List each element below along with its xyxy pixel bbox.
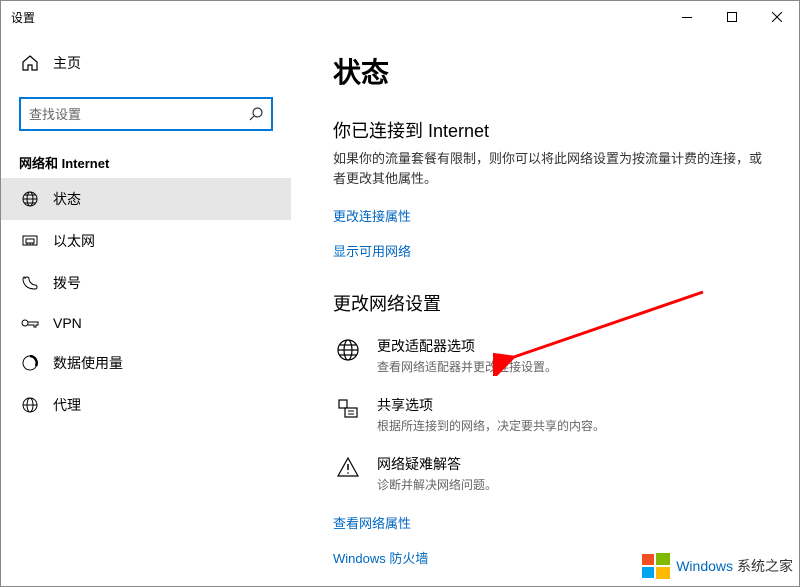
adapter-title: 更改适配器选项 xyxy=(377,336,557,356)
change-network-section-title: 更改网络设置 xyxy=(333,290,769,316)
troubleshoot-title: 网络疑难解答 xyxy=(377,454,497,474)
sidebar-item-label: 以太网 xyxy=(53,231,95,251)
main-content: 状态 你已连接到 Internet 如果你的流量套餐有限制，则你可以将此网络设置… xyxy=(291,33,799,586)
proxy-icon xyxy=(21,397,39,413)
sharing-options-row[interactable]: 共享选项 根据所连接到的网络，决定要共享的内容。 xyxy=(333,395,769,434)
search-field[interactable] xyxy=(29,107,240,122)
sharing-icon xyxy=(333,395,363,434)
connected-desc: 如果你的流量套餐有限制，则你可以将此网络设置为按流量计费的连接，或者更改其他属性… xyxy=(333,149,769,188)
home-label: 主页 xyxy=(53,53,81,73)
sidebar-item-label: 数据使用量 xyxy=(53,353,123,373)
sidebar-item-status[interactable]: 状态 xyxy=(1,178,291,220)
maximize-button[interactable] xyxy=(709,1,754,33)
windows-logo-icon xyxy=(640,550,672,582)
sidebar-item-label: 代理 xyxy=(53,395,81,415)
show-networks-link[interactable]: 显示可用网络 xyxy=(333,241,769,260)
sharing-desc: 根据所连接到的网络，决定要共享的内容。 xyxy=(377,417,605,434)
connected-title: 你已连接到 Internet xyxy=(333,117,769,143)
view-network-props-link[interactable]: 查看网络属性 xyxy=(333,513,769,532)
troubleshoot-row[interactable]: 网络疑难解答 诊断并解决网络问题。 xyxy=(333,454,769,493)
sidebar-item-label: 拨号 xyxy=(53,273,81,293)
page-title: 状态 xyxy=(333,51,769,91)
close-button[interactable] xyxy=(754,1,799,33)
sidebar-section-header: 网络和 Internet xyxy=(19,153,273,172)
watermark-brand: Windows xyxy=(676,558,733,574)
search-input[interactable] xyxy=(19,97,273,131)
window-controls xyxy=(664,1,799,33)
troubleshoot-icon xyxy=(333,454,363,493)
sidebar-item-ethernet[interactable]: 以太网 xyxy=(1,220,291,262)
home-icon xyxy=(21,55,39,71)
troubleshoot-desc: 诊断并解决网络问题。 xyxy=(377,476,497,493)
sidebar: 主页 网络和 Internet 状态 以太网 xyxy=(1,33,291,586)
adapter-icon xyxy=(333,336,363,375)
adapter-desc: 查看网络适配器并更改连接设置。 xyxy=(377,358,557,375)
sharing-title: 共享选项 xyxy=(377,395,605,415)
watermark: Windows 系统之家 xyxy=(640,550,793,582)
adapter-options-row[interactable]: 更改适配器选项 查看网络适配器并更改连接设置。 xyxy=(333,336,769,375)
window-title: 设置 xyxy=(11,9,35,26)
titlebar: 设置 xyxy=(1,1,799,33)
sidebar-item-label: 状态 xyxy=(53,189,81,209)
dialup-icon xyxy=(21,275,39,291)
vpn-icon xyxy=(21,316,39,330)
sidebar-item-proxy[interactable]: 代理 xyxy=(1,384,291,426)
watermark-text: 系统之家 xyxy=(737,556,793,576)
home-button[interactable]: 主页 xyxy=(1,43,291,83)
change-connection-props-link[interactable]: 更改连接属性 xyxy=(333,206,769,225)
search-icon xyxy=(249,107,263,121)
sidebar-item-dialup[interactable]: 拨号 xyxy=(1,262,291,304)
data-usage-icon xyxy=(21,355,39,371)
sidebar-item-vpn[interactable]: VPN xyxy=(1,304,291,342)
sidebar-item-data-usage[interactable]: 数据使用量 xyxy=(1,342,291,384)
minimize-button[interactable] xyxy=(664,1,709,33)
globe-icon xyxy=(21,191,39,207)
sidebar-item-label: VPN xyxy=(53,315,82,331)
ethernet-icon xyxy=(21,233,39,249)
